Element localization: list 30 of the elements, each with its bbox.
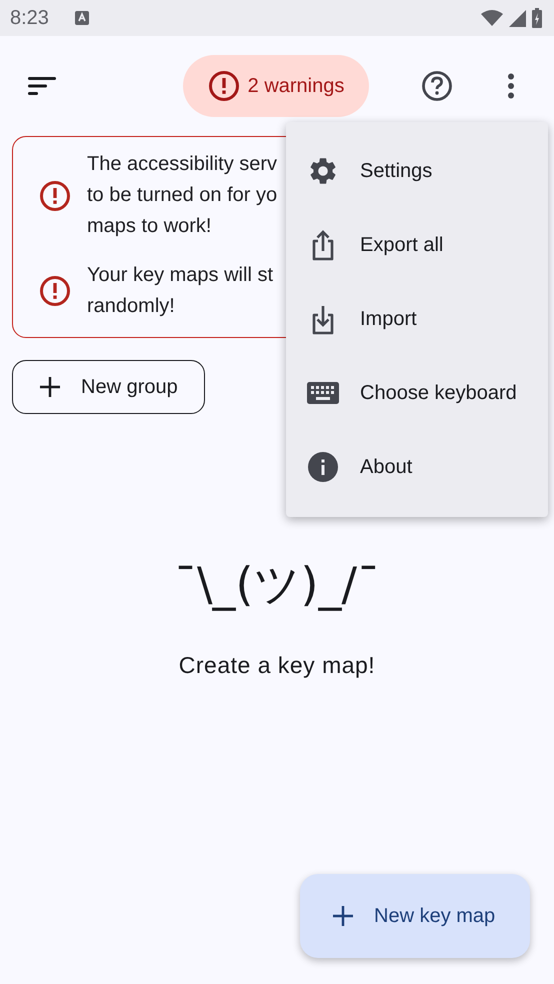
new-key-map-button[interactable]: New key map bbox=[300, 874, 530, 958]
menu-item[interactable]: Settings bbox=[286, 134, 548, 208]
warnings-chip[interactable]: 2 warnings bbox=[183, 55, 369, 117]
shrug-emoticon: ¯\_(ツ)_/¯ bbox=[174, 556, 380, 613]
menu-item[interactable]: About bbox=[286, 430, 548, 504]
new-group-button[interactable]: New group bbox=[12, 360, 205, 414]
warning-text: to be turned on for yo bbox=[87, 183, 278, 208]
more-options-icon bbox=[507, 73, 515, 99]
warning-icon bbox=[39, 180, 71, 212]
empty-message: Create a key map! bbox=[178, 652, 376, 679]
keyboard-notification-icon bbox=[74, 11, 89, 25]
signal-icon bbox=[509, 10, 526, 26]
wifi-icon bbox=[481, 10, 503, 26]
plus-icon bbox=[332, 905, 354, 927]
warning-text: Your key maps will st bbox=[87, 263, 273, 288]
menu-item[interactable]: Choose keyboard bbox=[286, 356, 548, 430]
help-icon bbox=[421, 70, 453, 102]
warning-text: maps to work! bbox=[87, 214, 212, 239]
warning-icon bbox=[39, 275, 71, 307]
plus-icon bbox=[39, 376, 61, 398]
status-time: 8:23 bbox=[10, 6, 49, 30]
warning-text: randomly! bbox=[87, 294, 175, 319]
info-icon bbox=[307, 451, 339, 483]
sort-icon bbox=[28, 76, 58, 96]
menu-item[interactable]: Import bbox=[286, 282, 548, 356]
warning-text: The accessibility serv bbox=[87, 152, 278, 177]
warning-icon bbox=[208, 70, 240, 102]
menu-item[interactable]: Export all bbox=[286, 208, 548, 282]
battery-icon bbox=[532, 8, 542, 28]
keyboard-icon bbox=[307, 382, 339, 404]
